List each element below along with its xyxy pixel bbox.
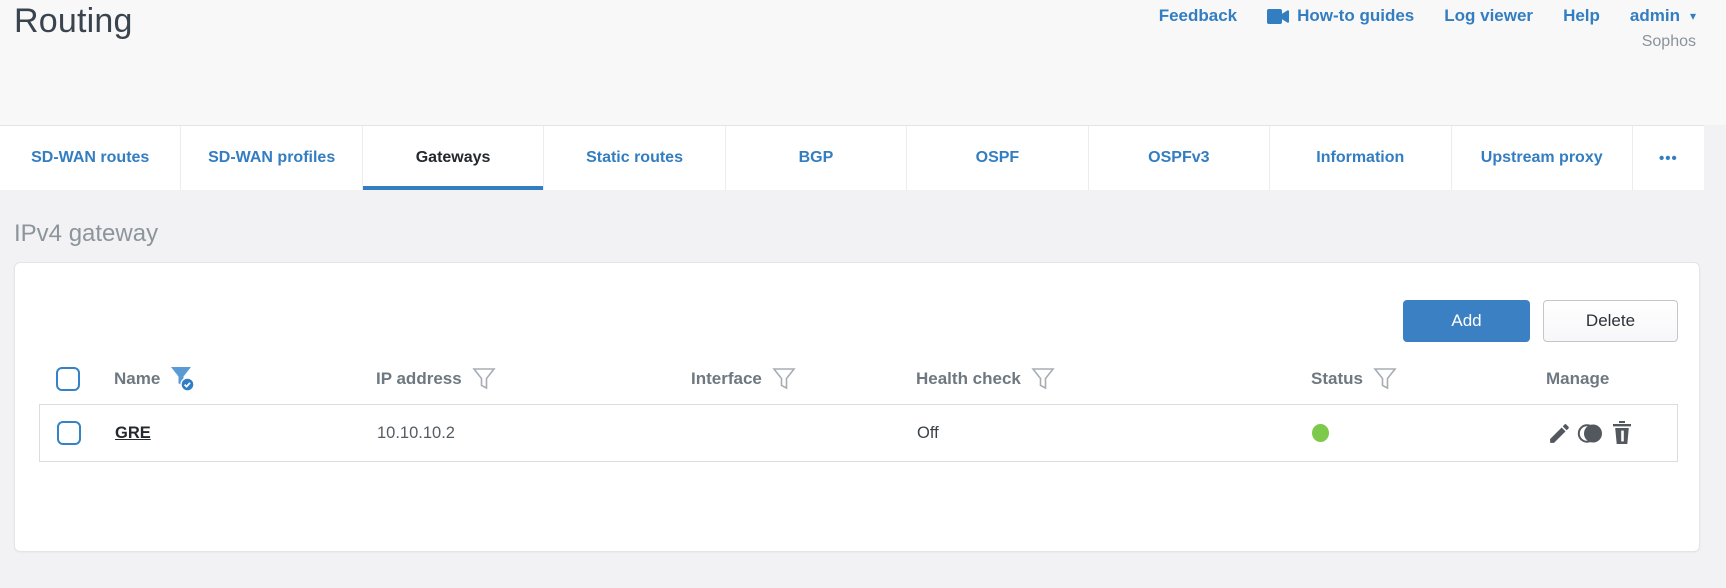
section-heading: IPv4 gateway [14, 220, 159, 247]
column-header-ip-address: IP address [376, 369, 462, 388]
status-up-indicator [1312, 424, 1329, 442]
feedback-link[interactable]: Feedback [1159, 6, 1237, 26]
admin-label: admin [1629, 6, 1680, 25]
column-header-name: Name [114, 369, 161, 388]
tab-sdwan-profiles[interactable]: SD-WAN profiles [181, 126, 363, 190]
chevron-down-icon: ▾ [1689, 9, 1696, 23]
column-header-health-check: Health check [916, 369, 1021, 388]
row-checkbox[interactable] [57, 421, 81, 445]
edit-icon[interactable] [1547, 421, 1572, 446]
tab-information[interactable]: Information [1270, 126, 1452, 190]
content-area: IPv4 gateway Add Delete Name IP address [0, 190, 1726, 588]
delete-button[interactable]: Delete [1543, 300, 1678, 342]
page-title: Routing [14, 2, 133, 40]
gateway-name-link[interactable]: GRE [115, 424, 151, 443]
column-header-interface: Interface [691, 369, 762, 388]
video-camera-icon [1267, 8, 1290, 24]
clone-icon[interactable] [1577, 421, 1605, 446]
table-header: Name IP address Interface Health check S… [39, 354, 1678, 404]
filter-active-icon[interactable] [170, 366, 197, 392]
toolbar: Add Delete [39, 300, 1678, 342]
tab-overflow-more-icon[interactable]: ••• [1633, 126, 1704, 190]
select-all-checkbox[interactable] [56, 367, 80, 391]
howto-guides-label: How-to guides [1297, 6, 1415, 25]
tab-sdwan-routes[interactable]: SD-WAN routes [0, 126, 182, 190]
brand-label: Sophos [1641, 33, 1696, 50]
tab-ospfv3[interactable]: OSPFv3 [1089, 126, 1271, 190]
tab-bgp[interactable]: BGP [726, 126, 908, 190]
health-check-value: Off [917, 423, 939, 442]
ip-address-value: 10.10.10.2 [377, 423, 455, 442]
delete-trash-icon[interactable] [1610, 420, 1634, 446]
help-link[interactable]: Help [1563, 6, 1600, 26]
feedback-label: Feedback [1158, 6, 1238, 25]
manage-actions [1547, 420, 1634, 446]
log-viewer-label: Log viewer [1444, 6, 1534, 25]
ipv4-gateway-panel: Add Delete Name IP address Interface Hea… [14, 262, 1700, 552]
column-header-manage: Manage [1546, 369, 1610, 388]
column-header-status: Status [1311, 369, 1363, 388]
top-header: Routing Feedback How-to guides Log viewe… [0, 0, 1726, 125]
howto-guides-link[interactable]: How-to guides [1267, 6, 1414, 26]
filter-icon[interactable] [1031, 367, 1055, 391]
top-nav: Feedback How-to guides Log viewer Help a… [1159, 6, 1696, 26]
admin-menu[interactable]: admin ▾ [1630, 6, 1696, 26]
table-row: GRE 10.10.10.2 Off [39, 404, 1678, 462]
filter-icon[interactable] [1373, 367, 1397, 391]
filter-icon[interactable] [472, 367, 496, 391]
log-viewer-link[interactable]: Log viewer [1444, 6, 1533, 26]
help-label: Help [1563, 6, 1600, 25]
tab-upstream-proxy[interactable]: Upstream proxy [1452, 126, 1633, 190]
tab-ospf[interactable]: OSPF [907, 126, 1089, 190]
tab-gateways[interactable]: Gateways [362, 126, 545, 190]
tab-bar: SD-WAN routes SD-WAN profiles Gateways S… [0, 125, 1704, 190]
filter-icon[interactable] [772, 367, 796, 391]
add-button[interactable]: Add [1403, 300, 1530, 342]
tab-static-routes[interactable]: Static routes [544, 126, 726, 190]
